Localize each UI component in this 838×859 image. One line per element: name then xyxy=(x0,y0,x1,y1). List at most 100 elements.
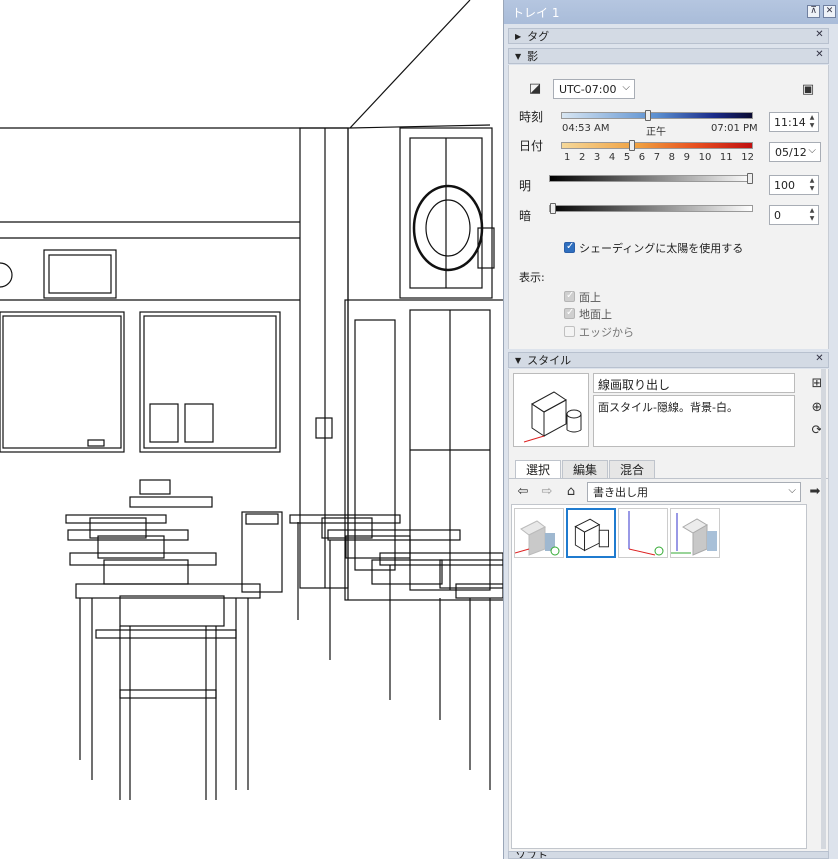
month-tick: 9 xyxy=(683,152,690,163)
timezone-select[interactable]: UTC-07:00 ⌵ xyxy=(553,79,635,99)
time-input[interactable]: 11:14 ▲ ▼ xyxy=(769,112,819,132)
style-name-field[interactable]: 線画取り出し xyxy=(593,373,795,393)
style-thumbnail[interactable] xyxy=(514,508,564,558)
tag-panel-label: タグ xyxy=(527,30,550,43)
month-tick: 8 xyxy=(668,152,676,163)
time-slider[interactable] xyxy=(561,112,753,119)
date-value: 05/12 xyxy=(775,145,807,159)
on-faces-checkbox[interactable]: ✓ xyxy=(564,290,575,302)
shadow-panel-body: ◪ UTC-07:00 ⌵ ▣ 時刻 04:53 AM 正午 07:01 PM … xyxy=(508,65,829,349)
light-value: 100 xyxy=(774,178,795,192)
back-arrow-icon[interactable]: ⇦ xyxy=(515,483,531,499)
style-collection-select[interactable]: 書き出し用 ⌵ xyxy=(587,482,801,502)
on-ground-label: 地面上 xyxy=(579,308,612,321)
light-slider[interactable] xyxy=(549,175,753,182)
spinner-icon[interactable]: ▲ ▼ xyxy=(807,207,817,223)
tab-select[interactable]: 選択 xyxy=(515,460,562,478)
time-start-label: 04:53 AM xyxy=(562,123,610,134)
style-preview-image xyxy=(523,391,582,443)
chevron-down-icon: ⌵ xyxy=(622,82,630,93)
home-icon[interactable]: ⌂ xyxy=(563,483,579,499)
model-viewport[interactable] xyxy=(0,0,503,859)
month-tick: 1 xyxy=(564,152,571,163)
spinner-icon[interactable]: ▲ ▼ xyxy=(807,177,817,193)
tab-label: 選択 xyxy=(526,463,551,477)
time-label: 時刻 xyxy=(519,110,544,124)
collapse-triangle-icon: ▼ xyxy=(515,355,522,365)
display-label: 表示: xyxy=(519,271,545,284)
classroom-line-drawing xyxy=(0,0,503,800)
tray-title-bar: トレイ 1 ⊼ ✕ xyxy=(504,0,838,24)
month-tick: 3 xyxy=(593,152,601,163)
style-thumbnail-selected[interactable] xyxy=(566,508,616,558)
collection-value: 書き出し用 xyxy=(593,486,648,499)
light-input[interactable]: 100 ▲ ▼ xyxy=(769,175,819,195)
use-sun-checkbox[interactable]: ✓ xyxy=(564,241,575,253)
tab-label: 編集 xyxy=(573,463,598,477)
dark-input[interactable]: 0 ▲ ▼ xyxy=(769,205,819,225)
close-icon[interactable]: ✕ xyxy=(823,5,836,18)
month-tick: 4 xyxy=(608,152,616,163)
style-thumbnail[interactable] xyxy=(670,508,720,558)
time-value: 11:14 xyxy=(774,115,806,129)
date-slider[interactable] xyxy=(561,142,753,149)
from-edges-checkbox[interactable] xyxy=(564,326,575,337)
month-tick: 12 xyxy=(741,152,754,163)
tab-edit[interactable]: 編集 xyxy=(562,460,609,478)
bottom-panel-label: ソフト xyxy=(515,851,548,859)
pin-icon[interactable]: ⊼ xyxy=(807,5,820,18)
dark-slider[interactable] xyxy=(549,205,753,212)
bottom-panel-header[interactable]: ソフト xyxy=(508,851,829,859)
check-icon: ✓ xyxy=(566,290,575,301)
time-end-label: 07:01 PM xyxy=(711,123,758,134)
chevron-down-icon: ⌵ xyxy=(788,485,796,496)
thumbnail-row xyxy=(514,508,720,558)
tray-scrollbar[interactable] xyxy=(821,369,826,849)
timezone-value: UTC-07:00 xyxy=(559,82,617,96)
tray-title: トレイ 1 xyxy=(512,5,560,20)
close-icon[interactable]: ✕ xyxy=(814,50,825,61)
month-tick: 10 xyxy=(698,152,712,163)
style-thumbnail[interactable] xyxy=(618,508,668,558)
date-slider-thumb[interactable] xyxy=(629,140,635,151)
close-icon[interactable]: ✕ xyxy=(814,30,825,41)
style-thumbnail-image xyxy=(671,513,717,556)
spinner-icon[interactable]: ▲ ▼ xyxy=(807,114,817,130)
style-tabs: 選択 編集 混合 xyxy=(515,460,656,478)
month-tick: 11 xyxy=(719,152,733,163)
tab-label: 混合 xyxy=(620,463,645,477)
on-faces-label: 面上 xyxy=(579,291,601,304)
month-tick: 2 xyxy=(578,152,586,163)
time-slider-thumb[interactable] xyxy=(645,110,651,121)
style-thumbnail-image xyxy=(628,511,664,556)
dark-label: 暗 xyxy=(519,209,532,223)
style-preview xyxy=(513,373,589,447)
dark-slider-thumb[interactable] xyxy=(550,203,556,214)
tray-panel: トレイ 1 ⊼ ✕ ▶ タグ ✕ ▼ 影 ✕ ◪ UTC-07:00 ⌵ ▣ 時… xyxy=(503,0,838,859)
month-ticks: 1 2 3 4 5 6 7 8 9 10 11 12 xyxy=(564,152,754,163)
use-sun-label: シェーディングに太陽を使用する xyxy=(579,242,744,255)
tab-mix[interactable]: 混合 xyxy=(609,460,656,478)
date-select[interactable]: 05/12 ⌵ xyxy=(769,142,821,162)
tab-divider xyxy=(509,478,828,479)
style-thumbnail-image xyxy=(574,518,609,552)
collapse-triangle-icon: ▼ xyxy=(515,51,522,61)
check-icon: ✓ xyxy=(566,241,575,252)
chevron-down-icon: ⌵ xyxy=(808,145,816,156)
on-ground-checkbox[interactable]: ✓ xyxy=(564,307,575,319)
forward-arrow-icon[interactable]: ⇨ xyxy=(539,483,555,499)
close-icon[interactable]: ✕ xyxy=(814,354,825,365)
style-panel-header[interactable]: ▼ スタイル ✕ xyxy=(508,352,829,368)
shadow-toggle-icon[interactable]: ◪ xyxy=(527,80,543,96)
style-panel-label: スタイル xyxy=(527,354,572,367)
month-tick: 6 xyxy=(638,152,646,163)
style-panel-body: 線画取り出し 面スタイル-隠線。背景-白。 ⊞ ⊕ ⟳ 選択 編集 混合 ⇦ ⇨… xyxy=(508,369,829,859)
shadow-details-icon[interactable]: ▣ xyxy=(800,81,816,97)
shadow-panel-header[interactable]: ▼ 影 ✕ xyxy=(508,48,829,64)
light-slider-thumb[interactable] xyxy=(747,173,753,184)
tag-panel-header[interactable]: ▶ タグ ✕ xyxy=(508,28,829,44)
expand-triangle-icon: ▶ xyxy=(515,31,522,41)
style-name: 線画取り出し xyxy=(598,378,671,392)
style-description-field[interactable]: 面スタイル-隠線。背景-白。 xyxy=(593,395,795,447)
time-noon-label: 正午 xyxy=(646,127,666,138)
